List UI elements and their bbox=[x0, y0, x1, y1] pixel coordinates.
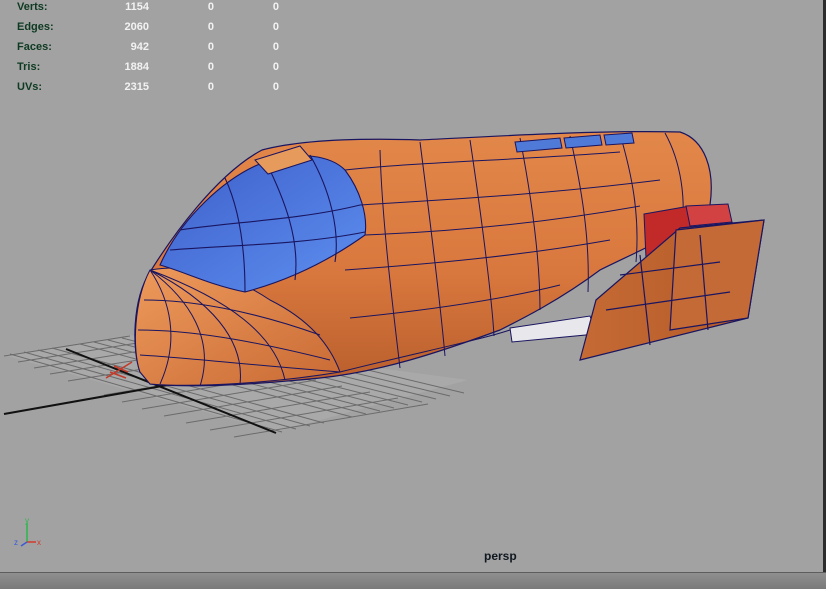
hud-label: Faces: bbox=[17, 41, 52, 53]
perspective-viewport[interactable]: Verts: 1154 0 0 Edges: 2060 0 0 Faces: 9… bbox=[0, 0, 826, 572]
view-axis-icon: y x z bbox=[14, 516, 41, 547]
hud-value: 0 bbox=[207, 1, 214, 13]
hud-value: 0 bbox=[272, 21, 279, 33]
hud-value: 0 bbox=[207, 61, 214, 73]
bottom-panel-edge bbox=[0, 572, 826, 589]
hud-value: 1154 bbox=[125, 1, 149, 13]
hud-value: 1884 bbox=[124, 61, 149, 73]
axis-y-label: y bbox=[25, 516, 29, 525]
axis-x-label: x bbox=[37, 538, 41, 547]
hud-label: Tris: bbox=[17, 61, 41, 73]
hud-value: 2315 bbox=[124, 81, 149, 93]
hud-label: Edges: bbox=[17, 21, 54, 33]
hud-value: 0 bbox=[272, 61, 279, 73]
hud-label: UVs: bbox=[17, 81, 43, 93]
hud-value: 0 bbox=[207, 81, 214, 93]
hud-value: 0 bbox=[272, 41, 279, 53]
hud-value: 0 bbox=[207, 41, 214, 53]
hud-value: 0 bbox=[207, 21, 214, 33]
hud-value: 942 bbox=[130, 41, 149, 53]
hud-label: Verts: bbox=[17, 1, 48, 13]
hud-value: 2060 bbox=[124, 21, 149, 33]
camera-name-label: persp bbox=[484, 549, 517, 563]
axis-z-label: z bbox=[14, 538, 18, 547]
hud-value: 0 bbox=[272, 81, 279, 93]
hud-value: 0 bbox=[272, 1, 279, 13]
